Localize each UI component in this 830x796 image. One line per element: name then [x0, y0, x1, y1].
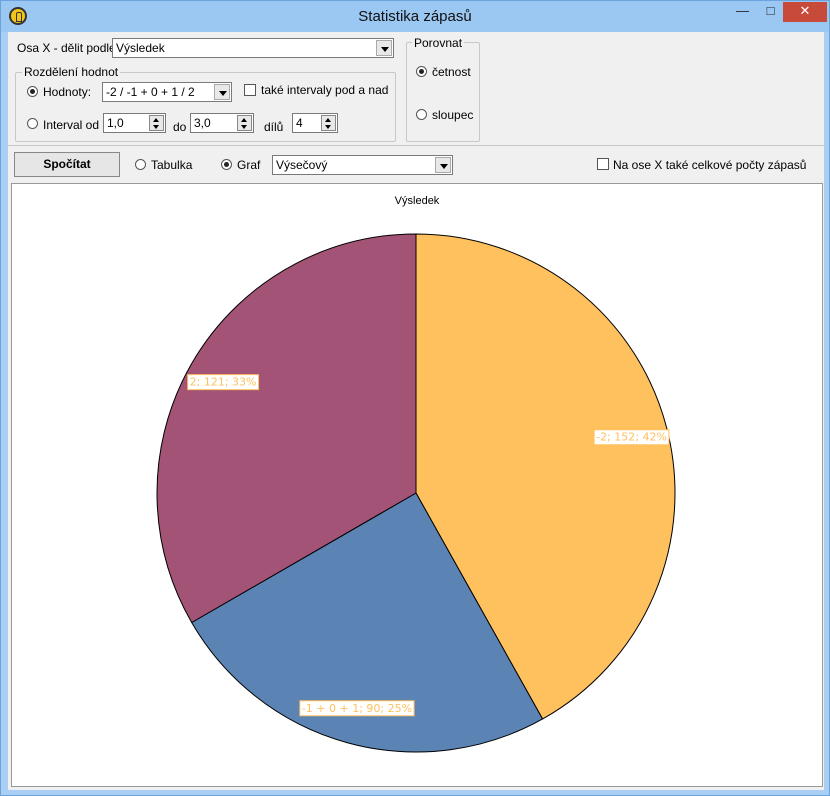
maximize-button[interactable]: □ — [757, 2, 784, 22]
hodnoty-radio[interactable] — [27, 86, 38, 97]
sloupec-radio[interactable] — [416, 109, 427, 120]
graf-radio[interactable] — [221, 159, 232, 170]
osa-value: Výsledek — [116, 41, 165, 55]
graf-label: Graf — [237, 158, 261, 172]
chevron-down-icon[interactable] — [435, 157, 451, 173]
divider — [8, 145, 824, 146]
spinner-arrows-icon[interactable] — [237, 115, 252, 131]
chevron-down-icon[interactable] — [214, 84, 230, 100]
interval-to-spinner[interactable]: 3,0 — [190, 113, 254, 133]
osa-label: Osa X - dělit podle — [17, 41, 116, 55]
pie-data-label: -2; 152; 42% — [593, 429, 670, 446]
minimize-button[interactable]: — — [729, 2, 756, 22]
porovnat-group — [406, 42, 480, 142]
close-button[interactable]: ✕ — [783, 2, 827, 22]
spocitat-button[interactable]: Spočítat — [14, 152, 120, 177]
tabulka-label: Tabulka — [151, 158, 193, 172]
pie-data-label: 2; 121; 33% — [187, 374, 260, 391]
interval-label: Interval od — [43, 118, 100, 132]
interval-from-spinner[interactable]: 1,0 — [103, 113, 166, 133]
chevron-down-icon[interactable] — [376, 40, 392, 56]
chart-panel: Výsledek -2; 152; 42% -1 + 0 + 1; 90; 25%… — [11, 183, 823, 787]
cetnost-radio[interactable] — [416, 66, 427, 77]
hodnoty-dropdown[interactable]: -2 / -1 + 0 + 1 / 2 — [102, 82, 232, 102]
rozdeleni-title: Rozdělení hodnot — [22, 65, 121, 79]
graf-type-value: Výsečový — [276, 158, 328, 172]
chart-title: Výsledek — [394, 195, 440, 207]
pie-data-label: -1 + 0 + 1; 90; 25% — [299, 700, 415, 717]
app-window: Statistika zápasů — □ ✕ Osa X - dělit po… — [0, 0, 830, 796]
porovnat-title: Porovnat — [412, 36, 465, 50]
cetnost-label: četnost — [432, 65, 471, 79]
do-label: do — [173, 120, 187, 134]
dilu-value: 4 — [296, 116, 303, 130]
window-title: Statistika zápasů — [358, 8, 472, 25]
osa-dropdown[interactable]: Výsledek — [112, 38, 394, 58]
title-bar[interactable]: Statistika zápasů — □ ✕ — [1, 1, 829, 32]
interval-radio[interactable] — [27, 118, 38, 129]
interval-from-value: 1,0 — [107, 116, 124, 130]
graf-type-dropdown[interactable]: Výsečový — [272, 155, 453, 175]
interval-to-value: 3,0 — [194, 116, 211, 130]
pie-data-label-text: 2; 121; 33% — [190, 376, 257, 389]
hodnoty-label: Hodnoty: — [43, 85, 92, 99]
tabulka-radio[interactable] — [135, 159, 146, 170]
na-ose-checkbox[interactable] — [597, 158, 609, 170]
spinner-arrows-icon[interactable] — [321, 115, 336, 131]
dilu-spinner[interactable]: 4 — [292, 113, 338, 133]
spinner-arrows-icon[interactable] — [149, 115, 164, 131]
take-intervaly-label: také intervaly pod a nad — [261, 83, 389, 97]
pie-data-label-text: -1 + 0 + 1; 90; 25% — [302, 702, 412, 715]
hodnoty-value: -2 / -1 + 0 + 1 / 2 — [106, 85, 195, 99]
client-area: Osa X - dělit podle Výsledek Rozdělení h… — [8, 32, 824, 790]
pie-chart: -2; 152; 42% -1 + 0 + 1; 90; 25% 2; 121; 3… — [156, 233, 676, 753]
pie-data-label-text: -2; 152; 42% — [596, 431, 667, 444]
na-ose-label: Na ose X také celkové počty zápasů — [613, 158, 807, 172]
sloupec-label: sloupec — [432, 108, 474, 122]
dilu-label: dílů — [264, 120, 284, 134]
take-intervaly-checkbox[interactable] — [244, 84, 256, 96]
